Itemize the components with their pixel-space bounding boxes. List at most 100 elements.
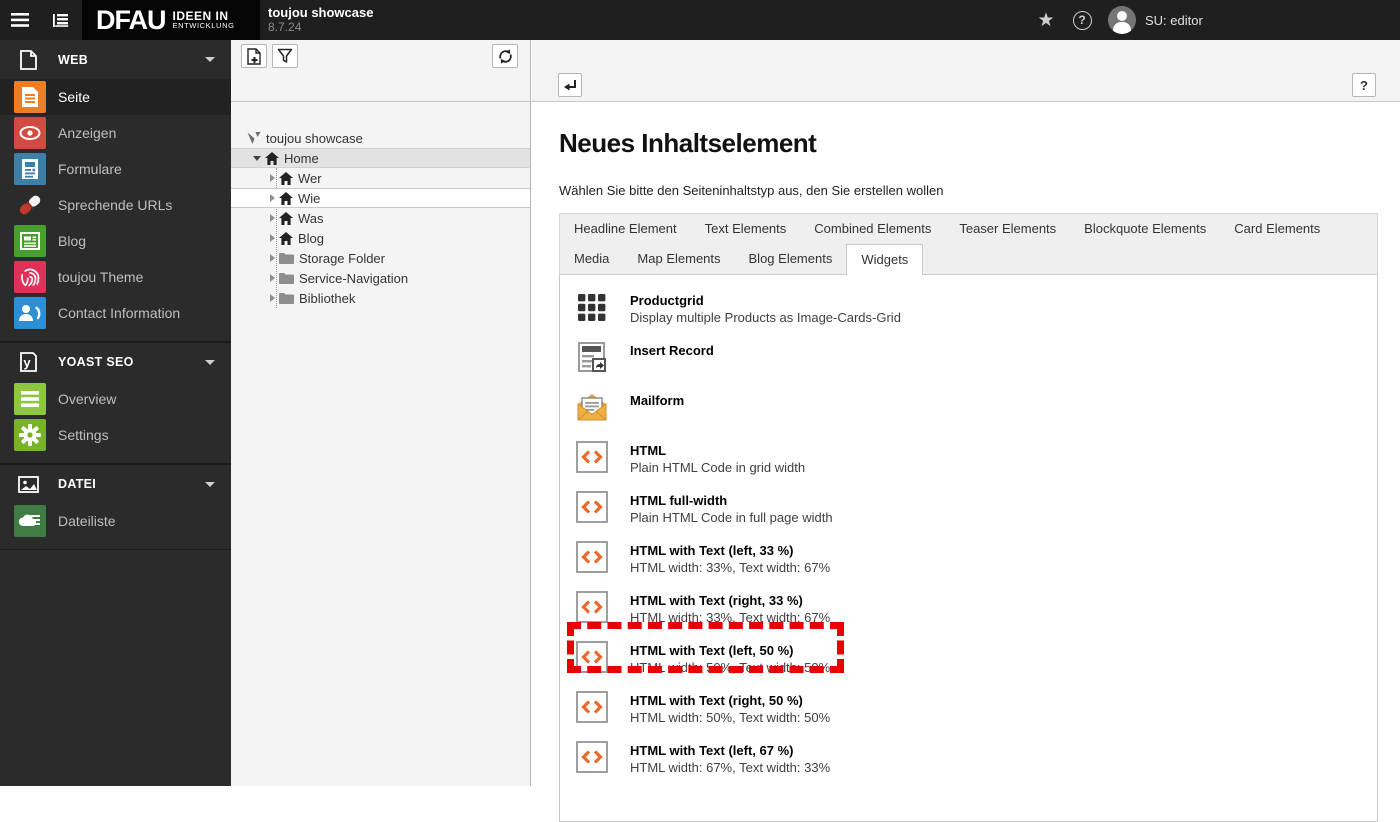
section-divider	[0, 539, 231, 550]
topbar: DFAU IDEEN IN ENTWICKLUNG toujou showcas…	[0, 0, 1400, 40]
dfau-logo[interactable]: DFAU IDEEN IN ENTWICKLUNG	[82, 0, 260, 40]
help-icon: ?	[1072, 10, 1092, 30]
caret-closed-icon[interactable]	[270, 194, 275, 202]
ce-item-html-text-left-67[interactable]: HTML with Text (left, 67 %) HTML width: …	[576, 741, 1377, 775]
page-title: Neues Inhaltselement	[559, 128, 817, 158]
section-datei[interactable]: DATEI	[0, 464, 231, 503]
avatar	[1108, 6, 1136, 34]
chevron-down-icon	[205, 359, 215, 365]
ce-item-html[interactable]: HTML Plain HTML Code in grid width	[576, 441, 1377, 475]
tab-row-1: Headline Element Text Elements Combined …	[560, 214, 1377, 244]
tree-node-home[interactable]: Home	[231, 148, 530, 168]
sidebar-item-toujou-theme[interactable]: toujou Theme	[0, 259, 231, 295]
sidebar-item-blog[interactable]: Blog	[0, 223, 231, 259]
sidebar-item-formulare[interactable]: Formulare	[0, 151, 231, 187]
html-code-icon	[576, 541, 608, 573]
section-yoast-seo[interactable]: y YOAST SEO	[0, 342, 231, 381]
tree-node-service-navigation[interactable]: Service-Navigation	[231, 268, 530, 288]
caret-closed-icon[interactable]	[270, 214, 275, 222]
back-button[interactable]	[558, 73, 582, 97]
dfau-logo-text: DFAU	[96, 4, 166, 35]
refresh-button[interactable]	[492, 44, 518, 68]
widgets-tab-panel: Productgrid Display multiple Products as…	[559, 274, 1378, 822]
tab-card-elements[interactable]: Card Elements	[1220, 214, 1334, 244]
sidebar-item-overview[interactable]: Overview	[0, 381, 231, 417]
folder-icon	[279, 293, 294, 304]
tab-combined-elements[interactable]: Combined Elements	[800, 214, 945, 244]
sidebar-item-anzeigen[interactable]: Anzeigen	[0, 115, 231, 151]
ce-item-productgrid[interactable]: Productgrid Display multiple Products as…	[576, 291, 1377, 325]
ce-item-insert-record[interactable]: Insert Record	[576, 341, 1377, 373]
home-icon	[279, 191, 293, 205]
tab-headline-element[interactable]: Headline Element	[560, 214, 691, 244]
tree-node-wer[interactable]: Wer	[231, 168, 530, 188]
filter-button[interactable]	[272, 44, 298, 68]
section-label: DATEI	[58, 477, 97, 491]
sidebar-item-contact-information[interactable]: Contact Information	[0, 295, 231, 331]
dfau-claim: IDEEN IN ENTWICKLUNG	[172, 9, 235, 31]
ce-item-html-full-width[interactable]: HTML full-width Plain HTML Code in full …	[576, 491, 1377, 525]
sidebar-item-settings[interactable]: Settings	[0, 417, 231, 453]
new-page-button[interactable]	[241, 44, 267, 68]
sidebar-item-seite[interactable]: Seite	[0, 79, 231, 115]
page-tree: toujou showcase Home Wer Wie Was Blog St…	[231, 102, 530, 308]
caret-open-icon[interactable]	[253, 155, 261, 161]
ce-item-html-text-left-50[interactable]: HTML with Text (left, 50 %) HTML width: …	[576, 641, 1377, 675]
web-section-icon	[17, 49, 39, 70]
ce-item-html-text-right-50[interactable]: HTML with Text (right, 50 %) HTML width:…	[576, 691, 1377, 725]
typo3-logo-icon	[247, 132, 261, 144]
tree-node-blog[interactable]: Blog	[231, 228, 530, 248]
return-arrow-icon	[563, 80, 576, 91]
section-label: YOAST SEO	[58, 355, 134, 369]
gear-icon	[14, 419, 46, 451]
tree-node-wie[interactable]: Wie	[231, 188, 530, 208]
bookmark-button[interactable]: ★	[1030, 0, 1062, 40]
tab-blog-elements[interactable]: Blog Elements	[735, 244, 847, 274]
news-icon	[14, 225, 46, 257]
sidebar-item-dateiliste[interactable]: Dateiliste	[0, 503, 231, 539]
tab-row-2: Media Map Elements Blog Elements Widgets	[560, 244, 1377, 275]
tab-text-elements[interactable]: Text Elements	[691, 214, 801, 244]
hamburger-icon	[11, 13, 29, 27]
tab-widgets[interactable]: Widgets	[846, 244, 924, 275]
tab-map-elements[interactable]: Map Elements	[623, 244, 734, 274]
html-code-icon	[576, 591, 608, 623]
caret-closed-icon[interactable]	[270, 174, 275, 182]
user-menu[interactable]: SU: editor	[1108, 0, 1203, 40]
yoast-icon: y	[17, 351, 39, 373]
ce-item-html-text-right-33[interactable]: HTML with Text (right, 33 %) HTML width:…	[576, 591, 1377, 625]
context-help-button[interactable]: ?	[1352, 73, 1376, 97]
sidebar-item-sprechende-urls[interactable]: Sprechende URLs	[0, 187, 231, 223]
html-code-icon	[576, 691, 608, 723]
tab-teaser-elements[interactable]: Teaser Elements	[945, 214, 1070, 244]
productgrid-icon	[576, 291, 608, 323]
tree-node-bibliothek[interactable]: Bibliothek	[231, 288, 530, 308]
content-area: ? Neues Inhaltselement Wählen Sie bitte …	[532, 40, 1400, 822]
ce-item-html-text-left-33[interactable]: HTML with Text (left, 33 %) HTML width: …	[576, 541, 1377, 575]
tree-node-storage-folder[interactable]: Storage Folder	[231, 248, 530, 268]
help-menu-button[interactable]: ?	[1066, 0, 1098, 40]
new-page-icon	[246, 47, 261, 65]
pagetree-toggle-button[interactable]	[40, 0, 82, 40]
tree-node-was[interactable]: Was	[231, 208, 530, 228]
wizard-subtitle: Wählen Sie bitte den Seiteninhaltstyp au…	[559, 183, 944, 198]
fingerprint-icon	[14, 261, 46, 293]
tabs: Headline Element Text Elements Combined …	[559, 213, 1378, 822]
tree-root[interactable]: toujou showcase	[231, 128, 530, 148]
ce-item-mailform[interactable]: Mailform	[576, 391, 1377, 423]
caret-closed-icon[interactable]	[270, 234, 275, 242]
caret-closed-icon[interactable]	[270, 294, 275, 302]
pagetree-toolbar	[231, 40, 530, 102]
folder-icon	[279, 253, 294, 264]
menu-toggle-button[interactable]	[0, 0, 40, 40]
tree-list-icon	[53, 13, 69, 27]
caret-closed-icon[interactable]	[270, 274, 275, 282]
caret-closed-icon[interactable]	[270, 254, 275, 262]
filelist-icon	[14, 505, 46, 537]
doc-header: ?	[532, 40, 1400, 102]
tab-blockquote-elements[interactable]: Blockquote Elements	[1070, 214, 1220, 244]
section-web[interactable]: WEB	[0, 40, 231, 79]
tab-media[interactable]: Media	[560, 244, 623, 274]
pill-icon	[14, 189, 46, 221]
funnel-icon	[277, 48, 293, 63]
